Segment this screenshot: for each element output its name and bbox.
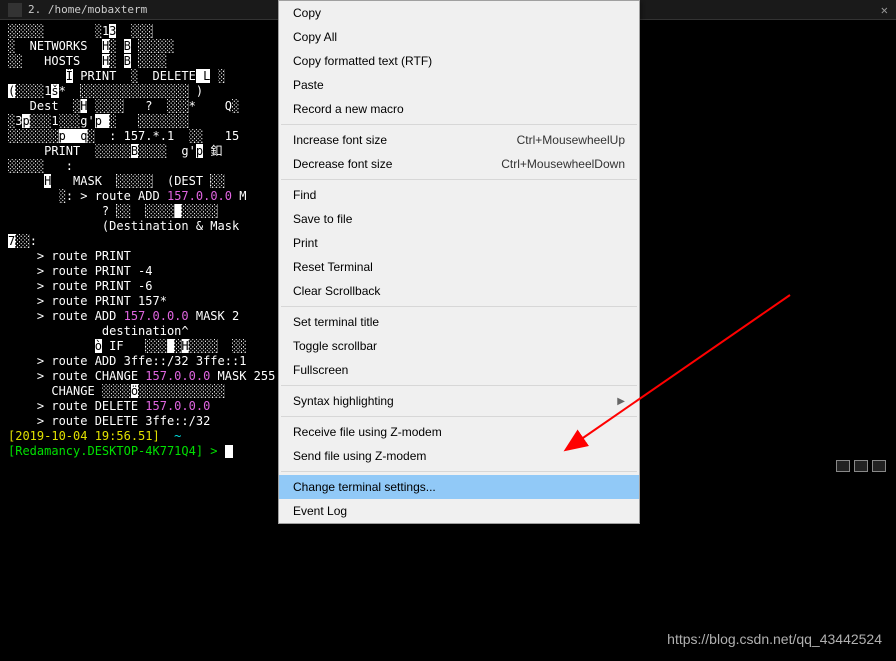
close-icon[interactable]: ✕ bbox=[881, 3, 888, 17]
menu-item-decrease-font-size[interactable]: Decrease font size Ctrl+MousewheelDown bbox=[279, 152, 639, 176]
menu-item-change-terminal-settings[interactable]: Change terminal settings... bbox=[279, 475, 639, 499]
menu-item-label: Send file using Z-modem bbox=[293, 449, 426, 463]
title-text: 2. /home/mobaxterm bbox=[28, 3, 147, 16]
menu-item-label: Change terminal settings... bbox=[293, 480, 436, 494]
menu-item-label: Copy bbox=[293, 6, 321, 20]
menu-item-paste[interactable]: Paste bbox=[279, 73, 639, 97]
menu-separator bbox=[281, 306, 637, 307]
menu-item-label: Decrease font size bbox=[293, 157, 392, 171]
menu-item-label: Reset Terminal bbox=[293, 260, 373, 274]
menu-item-label: Copy All bbox=[293, 30, 337, 44]
status-icon-1 bbox=[836, 460, 850, 472]
menu-item-find[interactable]: Find bbox=[279, 183, 639, 207]
menu-item-label: Fullscreen bbox=[293, 363, 348, 377]
menu-item-label: Save to file bbox=[293, 212, 352, 226]
menu-item-toggle-scrollbar[interactable]: Toggle scrollbar bbox=[279, 334, 639, 358]
menu-item-label: Set terminal title bbox=[293, 315, 379, 329]
cursor bbox=[225, 445, 233, 458]
menu-item-label: Increase font size bbox=[293, 133, 387, 147]
menu-item-set-terminal-title[interactable]: Set terminal title bbox=[279, 310, 639, 334]
menu-item-event-log[interactable]: Event Log bbox=[279, 499, 639, 523]
menu-item-label: Clear Scrollback bbox=[293, 284, 380, 298]
menu-item-reset-terminal[interactable]: Reset Terminal bbox=[279, 255, 639, 279]
status-icons bbox=[836, 460, 886, 472]
menu-separator bbox=[281, 416, 637, 417]
menu-item-label: Event Log bbox=[293, 504, 347, 518]
menu-item-label: Record a new macro bbox=[293, 102, 404, 116]
menu-item-copy[interactable]: Copy bbox=[279, 1, 639, 25]
menu-shortcut: Ctrl+MousewheelUp bbox=[517, 133, 625, 147]
menu-item-save-to-file[interactable]: Save to file bbox=[279, 207, 639, 231]
menu-item-label: Print bbox=[293, 236, 318, 250]
menu-item-receive-file-using-z-modem[interactable]: Receive file using Z-modem bbox=[279, 420, 639, 444]
menu-shortcut: Ctrl+MousewheelDown bbox=[501, 157, 625, 171]
menu-item-syntax-highlighting[interactable]: Syntax highlighting ▶ bbox=[279, 389, 639, 413]
menu-separator bbox=[281, 385, 637, 386]
menu-item-label: Copy formatted text (RTF) bbox=[293, 54, 432, 68]
menu-item-label: Toggle scrollbar bbox=[293, 339, 377, 353]
status-icon-3 bbox=[872, 460, 886, 472]
menu-item-label: Receive file using Z-modem bbox=[293, 425, 442, 439]
menu-item-send-file-using-z-modem[interactable]: Send file using Z-modem bbox=[279, 444, 639, 468]
menu-item-print[interactable]: Print bbox=[279, 231, 639, 255]
menu-separator bbox=[281, 179, 637, 180]
context-menu[interactable]: Copy Copy All Copy formatted text (RTF) Pas… bbox=[278, 0, 640, 524]
menu-item-copy-formatted-text-rtf[interactable]: Copy formatted text (RTF) bbox=[279, 49, 639, 73]
menu-item-fullscreen[interactable]: Fullscreen bbox=[279, 358, 639, 382]
menu-item-record-a-new-macro[interactable]: Record a new macro bbox=[279, 97, 639, 121]
menu-item-increase-font-size[interactable]: Increase font size Ctrl+MousewheelUp bbox=[279, 128, 639, 152]
menu-item-clear-scrollback[interactable]: Clear Scrollback bbox=[279, 279, 639, 303]
menu-separator bbox=[281, 124, 637, 125]
menu-item-label: Paste bbox=[293, 78, 324, 92]
chevron-right-icon: ▶ bbox=[617, 396, 625, 407]
status-icon-2 bbox=[854, 460, 868, 472]
menu-separator bbox=[281, 471, 637, 472]
watermark: https://blog.csdn.net/qq_43442524 bbox=[667, 631, 882, 647]
terminal-icon bbox=[8, 3, 22, 17]
menu-item-label: Syntax highlighting bbox=[293, 394, 394, 408]
menu-item-label: Find bbox=[293, 188, 316, 202]
menu-item-copy-all[interactable]: Copy All bbox=[279, 25, 639, 49]
